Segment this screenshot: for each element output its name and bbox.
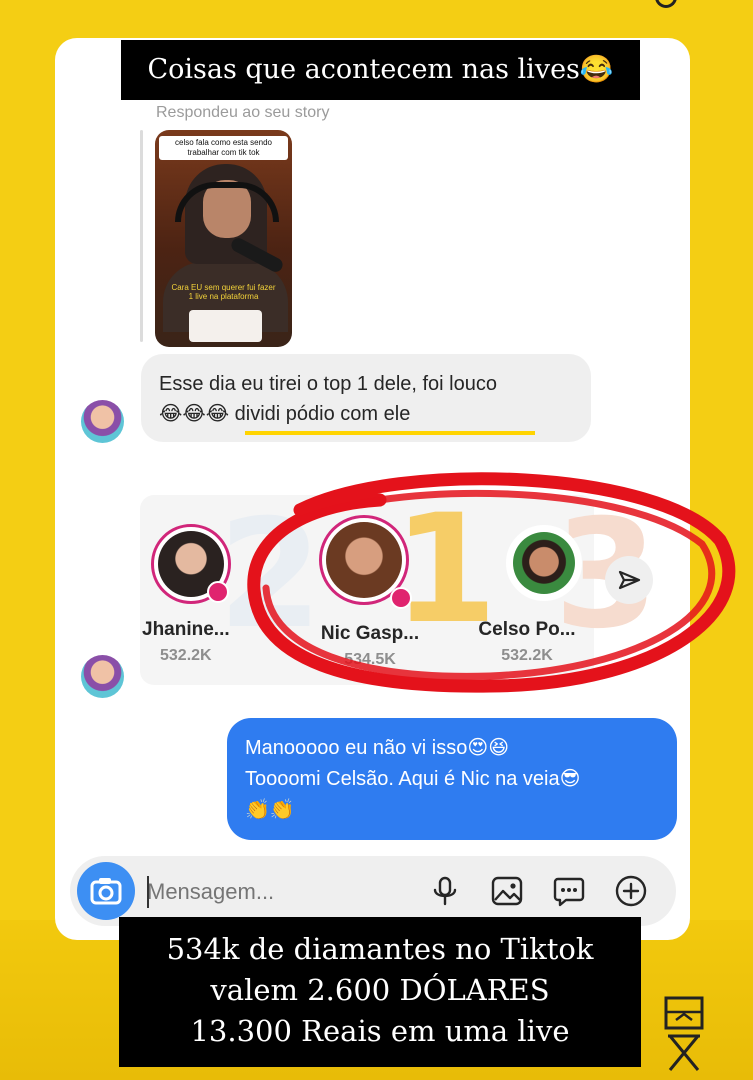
top-caption: Coisas que acontecem nas lives😂 bbox=[121, 40, 640, 100]
live-badge-icon bbox=[390, 587, 412, 609]
podium-name: Nic Gasp... bbox=[320, 623, 420, 644]
outgoing-message-line: Toooomi Celsão. Aqui é Nic na veia😎 bbox=[245, 768, 581, 790]
bottom-caption-line: 13.300 Reais em uma live bbox=[190, 1014, 570, 1048]
message-input[interactable] bbox=[147, 874, 347, 910]
podium-score: 532.2K bbox=[160, 647, 212, 664]
send-icon bbox=[618, 570, 641, 590]
camera-button[interactable] bbox=[77, 862, 135, 920]
incoming-message-line: 😂😂😂 dividi pódio com ele bbox=[159, 403, 411, 425]
story-caption-bottom: Cara EU sem querer fui fazer 1 live na p… bbox=[171, 283, 276, 301]
story-thumbnail[interactable]: celso fala como esta sendo trabalhar com… bbox=[155, 130, 292, 347]
incoming-message-bubble[interactable]: Esse dia eu tirei o top 1 dele, foi louc… bbox=[141, 354, 591, 442]
bottom-caption-line: valem 2.600 DÓLARES bbox=[210, 973, 550, 1007]
sender-avatar[interactable] bbox=[81, 400, 124, 443]
text-caret bbox=[147, 876, 149, 908]
podium-entry[interactable]: 1 Nic Gasp... 534.5K bbox=[285, 495, 497, 685]
outgoing-message-line: Manooooo eu não vi isso😍😆 bbox=[245, 737, 510, 759]
podium-entry[interactable]: 3 Celso Po... 532.2K bbox=[462, 495, 658, 685]
yellow-underline bbox=[245, 431, 535, 435]
podium-entry[interactable]: 2 Jhanine... 532.2K bbox=[140, 495, 322, 685]
live-badge-icon bbox=[207, 581, 229, 603]
podium-avatar bbox=[506, 525, 582, 601]
bottom-caption: 534k de diamantes no Tiktok valem 2.600 … bbox=[119, 917, 641, 1067]
story-ui-preview bbox=[189, 310, 262, 342]
podium-score: 532.2K bbox=[501, 647, 553, 664]
corner-logo-icon bbox=[664, 996, 704, 1071]
chat-bubble-icon[interactable] bbox=[552, 874, 586, 908]
camera-icon bbox=[90, 878, 122, 905]
podium-name: Celso Po... bbox=[478, 619, 576, 640]
bottom-caption-line: 534k de diamantes no Tiktok bbox=[166, 932, 594, 966]
image-icon[interactable] bbox=[490, 874, 524, 908]
podium-name: Jhanine... bbox=[142, 619, 230, 640]
story-caption-top: celso fala como esta sendo trabalhar com… bbox=[159, 136, 288, 160]
outgoing-message-bubble[interactable]: Manooooo eu não vi isso😍😆 Toooomi Celsão… bbox=[227, 718, 677, 840]
sender-avatar[interactable] bbox=[81, 655, 124, 698]
share-button[interactable] bbox=[605, 556, 653, 604]
plus-circle-icon[interactable] bbox=[614, 874, 648, 908]
microphone-icon[interactable] bbox=[428, 874, 462, 908]
podium-score: 534.5K bbox=[344, 651, 396, 668]
top-logo-mark bbox=[655, 0, 677, 8]
reply-indicator-bar bbox=[140, 130, 143, 342]
story-reply-label: Respondeu ao seu story bbox=[156, 104, 330, 121]
outgoing-message-line: 👏👏 bbox=[245, 799, 295, 821]
incoming-message-line: Esse dia eu tirei o top 1 dele, foi louc… bbox=[159, 373, 497, 395]
